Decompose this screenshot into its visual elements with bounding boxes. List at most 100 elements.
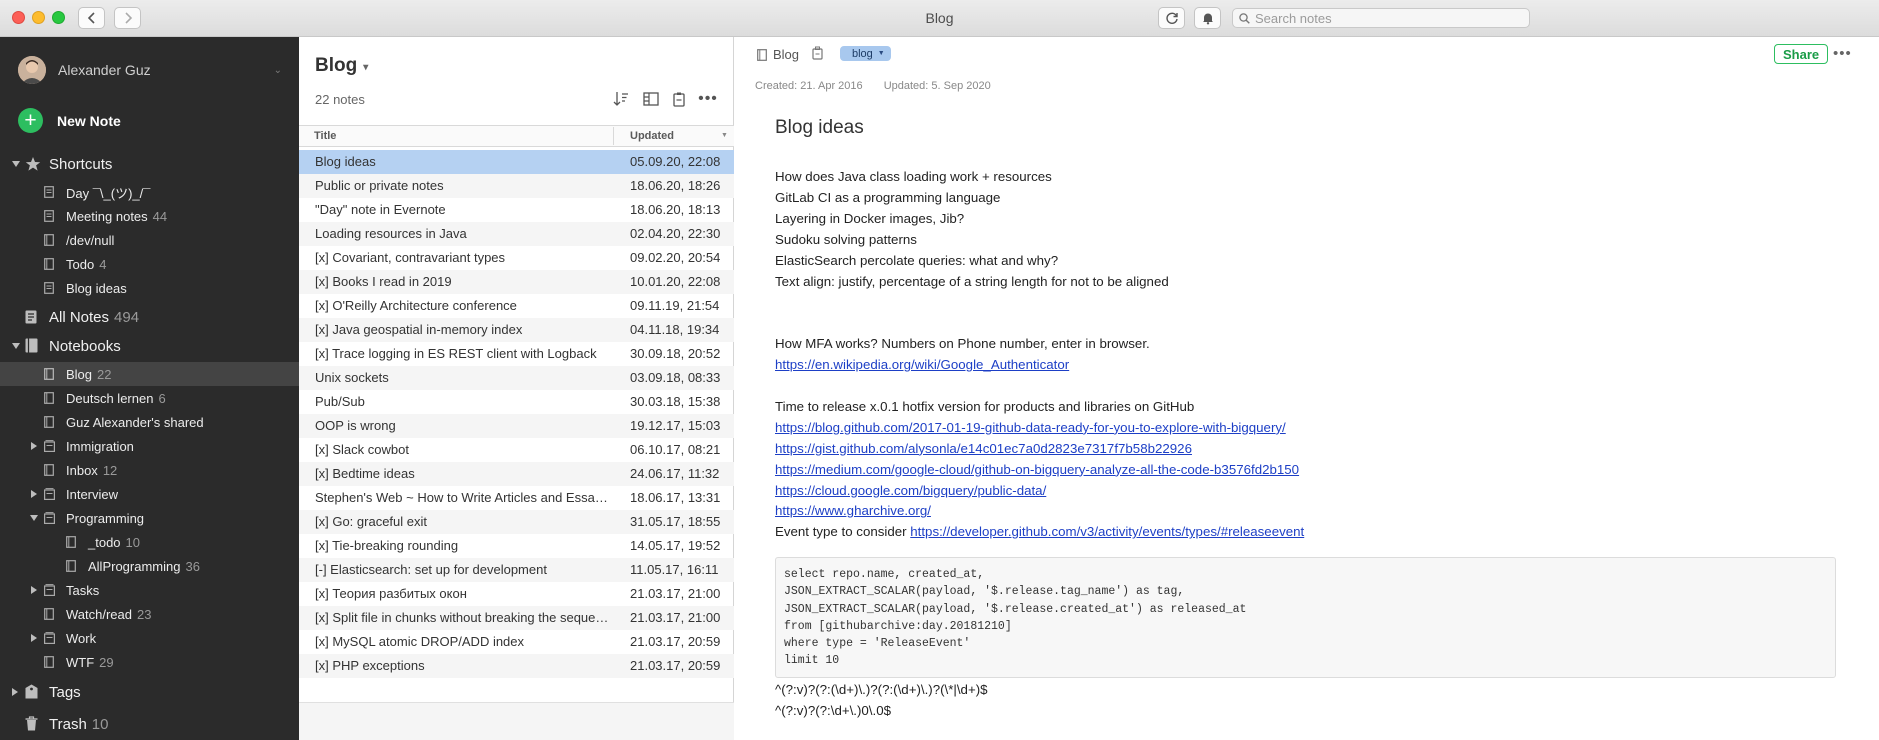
sidebar-item-all-notes[interactable]: All Notes 494 xyxy=(0,304,299,330)
view-options-button[interactable] xyxy=(641,89,661,109)
note-list-row[interactable]: [x] MySQL atomic DROP/ADD index 21.03.17,… xyxy=(299,630,734,654)
link[interactable]: https://gist.github.com/alysonla/e14c01e… xyxy=(775,441,1192,456)
column-header-updated[interactable]: Updated xyxy=(630,130,674,142)
note-list-row[interactable]: [x] Теория разбитых окон 21.03.17, 21:00 xyxy=(299,582,734,606)
note-list-row[interactable]: "Day" note in Evernote 18.06.20, 18:13 xyxy=(299,198,734,222)
column-header-title[interactable]: Title xyxy=(314,130,336,142)
sidebar-item-notebook-blog[interactable]: Blog 22 xyxy=(0,362,299,386)
disclosure-collapsed-icon[interactable] xyxy=(31,442,37,450)
disclosure-collapsed-icon[interactable] xyxy=(31,586,37,594)
note-list-row[interactable]: [x] Java geospatial in-memory index 04.11… xyxy=(299,318,734,342)
link[interactable]: https://en.wikipedia.org/wiki/Google_Aut… xyxy=(775,357,1069,372)
sidebar-item-label: Deutsch lernen xyxy=(66,390,154,406)
note-list-row[interactable]: OOP is wrong 19.12.17, 15:03 xyxy=(299,414,734,438)
sidebar-item-shortcut-blog-ideas[interactable]: Blog ideas xyxy=(0,276,299,300)
disclosure-collapsed-icon[interactable] xyxy=(12,688,18,696)
note-row-updated: 06.10.17, 08:21 xyxy=(630,442,721,457)
new-note-button[interactable]: + New Note xyxy=(18,108,121,133)
account-switcher[interactable]: Alexander Guz ⌄ xyxy=(0,47,299,93)
star-icon xyxy=(25,157,41,171)
bell-icon xyxy=(1202,13,1213,25)
more-options-button[interactable]: ••• xyxy=(697,89,719,109)
disclosure-expanded-icon[interactable] xyxy=(30,515,38,521)
tag-pill[interactable]: blog ▼ xyxy=(840,46,891,61)
link[interactable]: https://medium.com/google-cloud/github-o… xyxy=(775,462,1299,477)
note-list-row[interactable]: [x] O'Reilly Architecture conference 09.1… xyxy=(299,294,734,318)
disclosure-collapsed-icon[interactable] xyxy=(31,634,37,642)
sidebar-item-stack-work[interactable]: Work xyxy=(0,626,299,650)
sidebar-item-label: Meeting notes xyxy=(66,208,148,224)
sidebar-item-stack-immigration[interactable]: Immigration xyxy=(0,434,299,458)
sidebar-item-notebook-watch-read[interactable]: Watch/read 23 xyxy=(0,602,299,626)
sidebar-item-shortcut-dev-null[interactable]: /dev/null xyxy=(0,228,299,252)
note-list-row[interactable]: [x] Books I read in 2019 10.01.20, 22:08 xyxy=(299,270,734,294)
note-list-row[interactable]: [x] PHP exceptions 21.03.17, 20:59 xyxy=(299,654,734,678)
notifications-button[interactable] xyxy=(1194,7,1221,29)
column-divider[interactable] xyxy=(613,127,614,145)
code-block[interactable]: select repo.name, created_at, JSON_EXTRA… xyxy=(775,557,1836,679)
note-list-row[interactable]: [x] Split file in chunks without breakin… xyxy=(299,606,734,630)
note-list-row[interactable]: [x] Tie-breaking rounding 14.05.17, 19:52 xyxy=(299,534,734,558)
note-list-row[interactable]: [x] Covariant, contravariant types 09.02.… xyxy=(299,246,734,270)
note-list-row[interactable]: [x] Slack cowbot 06.10.17, 08:21 xyxy=(299,438,734,462)
reminder-button[interactable] xyxy=(812,46,823,63)
note-list-row[interactable]: Public or private notes 18.06.20, 18:26 xyxy=(299,174,734,198)
sidebar-item-stack-programming[interactable]: Programming xyxy=(0,506,299,530)
sync-button[interactable] xyxy=(1158,7,1185,29)
sidebar-item-label: WTF xyxy=(66,654,95,670)
sidebar-item-stack-interview[interactable]: Interview xyxy=(0,482,299,506)
search-input[interactable] xyxy=(1255,10,1515,26)
forward-button[interactable] xyxy=(114,7,141,29)
notebook-title-dropdown[interactable]: Blog ▾ xyxy=(315,55,368,77)
sidebar-section-shortcuts[interactable]: Shortcuts xyxy=(0,151,299,177)
link[interactable]: https://developer.github.com/v3/activity… xyxy=(910,524,1304,539)
sidebar-item-notebook-todo[interactable]: _todo 10 xyxy=(0,530,299,554)
sidebar-item-notebook-allprogramming[interactable]: AllProgramming 36 xyxy=(0,554,299,578)
disclosure-expanded-icon[interactable] xyxy=(12,343,20,349)
notebook-selector[interactable]: Blog xyxy=(757,47,799,62)
reminders-button[interactable] xyxy=(669,89,689,109)
note-list-row[interactable]: Stephen's Web ~ How to Write Articles an… xyxy=(299,486,734,510)
sidebar-item-notebook-wtf[interactable]: WTF 29 xyxy=(0,650,299,674)
note-list-row[interactable]: Pub/Sub 30.03.18, 15:38 xyxy=(299,390,734,414)
link[interactable]: https://www.gharchive.org/ xyxy=(775,503,931,518)
note-list-row[interactable]: Unix sockets 03.09.18, 08:33 xyxy=(299,366,734,390)
note-list-row[interactable]: [x] Go: graceful exit 31.05.17, 18:55 xyxy=(299,510,734,534)
sidebar-item-shortcut-todo[interactable]: Todo 4 xyxy=(0,252,299,276)
count-badge: 23 xyxy=(137,606,152,622)
note-list-row[interactable]: [x] Trace logging in ES REST client with… xyxy=(299,342,734,366)
note-list-row[interactable]: [-] Elasticsearch: set up for developmen… xyxy=(299,558,734,582)
sidebar-section-tags[interactable]: Tags xyxy=(0,679,299,705)
disclosure-expanded-icon[interactable] xyxy=(12,161,20,167)
window-close-button[interactable] xyxy=(12,11,25,24)
link[interactable]: https://cloud.google.com/bigquery/public… xyxy=(775,483,1046,498)
search-field[interactable] xyxy=(1232,8,1530,28)
sidebar-section-notebooks[interactable]: Notebooks xyxy=(0,333,299,359)
created-date: Created: 21. Apr 2016 xyxy=(755,80,863,92)
note-list-row[interactable]: Blog ideas 05.09.20, 22:08 xyxy=(299,150,734,174)
note-list-row[interactable]: Loading resources in Java 02.04.20, 22:30 xyxy=(299,222,734,246)
window-maximize-button[interactable] xyxy=(52,11,65,24)
share-button[interactable]: Share xyxy=(1774,44,1829,64)
sidebar-item-shortcut-day[interactable]: Day ¯\_(ツ)_/¯ xyxy=(0,180,299,204)
disclosure-collapsed-icon[interactable] xyxy=(31,490,37,498)
sidebar-item-notebook-deutsch-lernen[interactable]: Deutsch lernen 6 xyxy=(0,386,299,410)
note-row-updated: 18.06.20, 18:13 xyxy=(630,202,721,217)
note-row-updated: 30.09.18, 20:52 xyxy=(630,346,721,361)
note-list-row[interactable]: [x] Bedtime ideas 24.06.17, 11:32 xyxy=(299,462,734,486)
back-button[interactable] xyxy=(78,7,105,29)
window-minimize-button[interactable] xyxy=(32,11,45,24)
sort-button[interactable] xyxy=(611,89,631,109)
link[interactable]: https://blog.github.com/2017-01-19-githu… xyxy=(775,420,1286,435)
count-badge: 12 xyxy=(102,462,118,478)
sidebar-item-notebook-shared[interactable]: Guz Alexander's shared xyxy=(0,410,299,434)
note-body[interactable]: How does Java class loading work + resou… xyxy=(775,167,1855,722)
note-row-title: [x] Java geospatial in-memory index xyxy=(315,322,523,337)
sidebar-item-stack-tasks[interactable]: Tasks xyxy=(0,578,299,602)
title-bar: Blog xyxy=(0,0,1879,37)
sidebar-item-notebook-inbox[interactable]: Inbox 12 xyxy=(0,458,299,482)
note-title[interactable]: Blog ideas xyxy=(775,117,864,139)
sidebar-item-shortcut-meeting-notes[interactable]: Meeting notes 44 xyxy=(0,204,299,228)
sidebar-item-trash[interactable]: Trash 10 xyxy=(0,711,299,737)
note-more-button[interactable]: ••• xyxy=(1833,45,1852,62)
